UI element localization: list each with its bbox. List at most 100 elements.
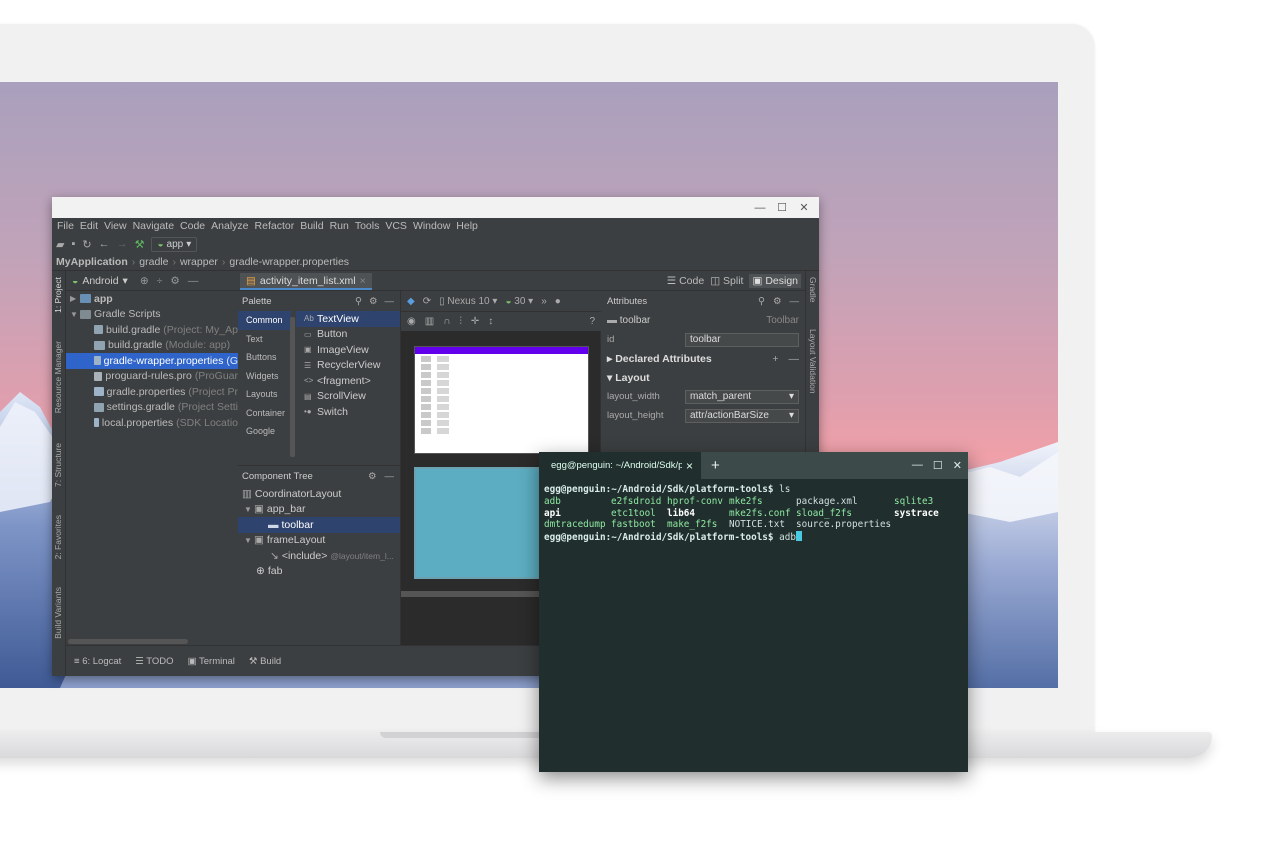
palette-item-textview[interactable]: Ab TextView: [296, 311, 400, 327]
align-icon[interactable]: ↕: [488, 316, 493, 327]
palette-item-button[interactable]: ▭ Button: [296, 327, 400, 343]
chevron-down-icon[interactable]: ▼: [70, 310, 80, 319]
project-pane-scrollbar[interactable]: [68, 639, 188, 644]
menu-view[interactable]: View: [101, 220, 130, 232]
magnet-icon[interactable]: ∩: [443, 316, 450, 327]
palette-category[interactable]: Google: [238, 422, 291, 441]
tab-build-variants[interactable]: Build Variants: [53, 587, 63, 639]
id-field[interactable]: toolbar: [685, 332, 799, 347]
constraints-icon[interactable]: ⫶: [459, 316, 462, 327]
tree-item-local-properties[interactable]: local.properties (SDK Locatio: [66, 415, 238, 431]
menu-tools[interactable]: Tools: [352, 220, 383, 232]
gear-icon[interactable]: ⚙: [368, 471, 377, 482]
tab-todo[interactable]: ☰ TODO: [135, 656, 173, 667]
tab-resource-manager[interactable]: Resource Manager: [53, 341, 63, 413]
help-icon[interactable]: ?: [589, 316, 595, 327]
open-folder-icon[interactable]: ▰: [56, 238, 64, 251]
more-icon[interactable]: »: [541, 296, 547, 307]
tree-item-settings-gradle[interactable]: settings.gradle (Project Setti: [66, 400, 238, 416]
build-hammer-icon[interactable]: ⚒: [135, 238, 145, 251]
palette-category[interactable]: Common: [238, 311, 291, 330]
tree-item-gradle-wrapper-properties[interactable]: gradle-wrapper.properties (G: [66, 353, 238, 369]
search-icon[interactable]: ⚲: [758, 296, 765, 307]
close-tab-icon[interactable]: ×: [686, 459, 693, 473]
tree-item-gradle-properties[interactable]: gradle.properties (Project Pr: [66, 384, 238, 400]
breadcrumb-gradle[interactable]: gradle: [139, 256, 168, 268]
menu-build[interactable]: Build: [297, 220, 326, 232]
split-view-button[interactable]: ◫ Split: [710, 275, 743, 287]
save-icon[interactable]: ▪: [71, 238, 75, 250]
menu-code[interactable]: Code: [177, 220, 208, 232]
palette-category[interactable]: Text: [238, 330, 291, 349]
menu-analyze[interactable]: Analyze: [208, 220, 251, 232]
hide-icon[interactable]: —: [385, 296, 395, 307]
blueprint-icon[interactable]: ▥: [425, 316, 434, 327]
gear-icon[interactable]: ⚙: [773, 296, 782, 307]
menu-run[interactable]: Run: [327, 220, 352, 232]
palette-category[interactable]: Widgets: [238, 367, 291, 386]
code-view-button[interactable]: ☰ Code: [667, 275, 704, 287]
palette-item-scrollview[interactable]: ▤ ScrollView: [296, 389, 400, 405]
gear-icon[interactable]: ⚙: [170, 275, 179, 287]
orientation-icon[interactable]: ⟳: [423, 296, 431, 307]
palette-scrollbar[interactable]: [290, 317, 295, 457]
breadcrumb-wrapper[interactable]: wrapper: [180, 256, 218, 268]
design-preview[interactable]: [414, 346, 589, 454]
palette-item-switch[interactable]: •● Switch: [296, 404, 400, 420]
tree-item-gradle-scripts[interactable]: ▼ Gradle Scripts: [66, 307, 238, 323]
chevron-down-icon[interactable]: ▾: [123, 275, 128, 287]
menu-file[interactable]: File: [54, 220, 77, 232]
add-icon[interactable]: +: [772, 353, 778, 365]
menu-navigate[interactable]: Navigate: [130, 220, 177, 232]
tab-layout-validation[interactable]: Layout Validation: [808, 329, 818, 394]
design-view-button[interactable]: ▣ Design: [749, 274, 801, 288]
minimize-icon[interactable]: —: [749, 202, 771, 214]
hide-icon[interactable]: —: [188, 275, 199, 287]
hide-icon[interactable]: —: [790, 296, 800, 307]
layout-width-select[interactable]: match_parent ▾: [685, 389, 799, 404]
run-config-select[interactable]: ◒ app ▾: [151, 236, 198, 252]
close-icon[interactable]: ✕: [953, 459, 962, 472]
terminal-output[interactable]: egg@penguin:~/Android/Sdk/platform-tools…: [539, 479, 968, 549]
api-select[interactable]: ◒ 30 ▾: [505, 296, 533, 307]
device-select[interactable]: ▯ Nexus 10 ▾: [439, 296, 497, 307]
tree-item-build-gradle-project[interactable]: build.gradle (Project: My_Ap: [66, 322, 238, 338]
tab-structure[interactable]: 7: Structure: [53, 443, 63, 487]
component-app-bar[interactable]: ▼ ▣ app_bar: [238, 502, 400, 518]
tab-activity-item-list[interactable]: ▤ activity_item_list.xml ×: [240, 273, 372, 290]
palette-category[interactable]: Container: [238, 404, 291, 423]
component-coordinatorlayout[interactable]: ▥ CoordinatorLayout: [238, 486, 400, 502]
menu-refactor[interactable]: Refactor: [252, 220, 298, 232]
hide-icon[interactable]: —: [385, 471, 395, 482]
chevron-down-icon[interactable]: ▼: [244, 505, 254, 514]
menu-window[interactable]: Window: [410, 220, 453, 232]
warning-icon[interactable]: ●: [555, 296, 561, 307]
menu-help[interactable]: Help: [453, 220, 481, 232]
tree-item-app[interactable]: ▶ app: [66, 291, 238, 307]
close-icon[interactable]: ×: [360, 275, 366, 287]
menu-edit[interactable]: Edit: [77, 220, 101, 232]
component-fab[interactable]: ⊕ fab: [238, 564, 400, 580]
menu-vcs[interactable]: VCS: [382, 220, 410, 232]
terminal-tab[interactable]: egg@penguin: ~/Android/Sdk/platform- ×: [539, 452, 701, 479]
component-framelayout[interactable]: ▼ ▣ frameLayout: [238, 533, 400, 549]
tree-item-proguard-rules[interactable]: proguard-rules.pro (ProGuar: [66, 369, 238, 385]
tab-gradle[interactable]: Gradle: [808, 277, 818, 303]
target-icon[interactable]: ⊕: [140, 275, 149, 287]
collapse-icon[interactable]: ÷: [157, 275, 163, 287]
breadcrumb-project[interactable]: MyApplication: [56, 256, 128, 268]
palette-item-imageview[interactable]: ▣ ImageView: [296, 342, 400, 358]
tab-logcat[interactable]: ≡ 6: Logcat: [74, 656, 121, 667]
tree-item-build-gradle-module[interactable]: build.gradle (Module: app): [66, 338, 238, 354]
palette-item-recyclerview[interactable]: ☰ RecyclerView: [296, 358, 400, 374]
layout-height-select[interactable]: attr/actionBarSize ▾: [685, 408, 799, 423]
maximize-icon[interactable]: ☐: [933, 459, 943, 472]
chevron-right-icon[interactable]: ▶: [70, 294, 80, 303]
component-toolbar[interactable]: ▬ toolbar: [238, 517, 400, 533]
chevron-down-icon[interactable]: ▼: [244, 536, 254, 545]
palette-category[interactable]: Layouts: [238, 385, 291, 404]
tab-build[interactable]: ⚒ Build: [249, 656, 281, 667]
tab-terminal[interactable]: ▣ Terminal: [188, 656, 235, 667]
tab-favorites[interactable]: 2: Favorites: [53, 515, 63, 559]
new-tab-button[interactable]: +: [711, 457, 720, 474]
